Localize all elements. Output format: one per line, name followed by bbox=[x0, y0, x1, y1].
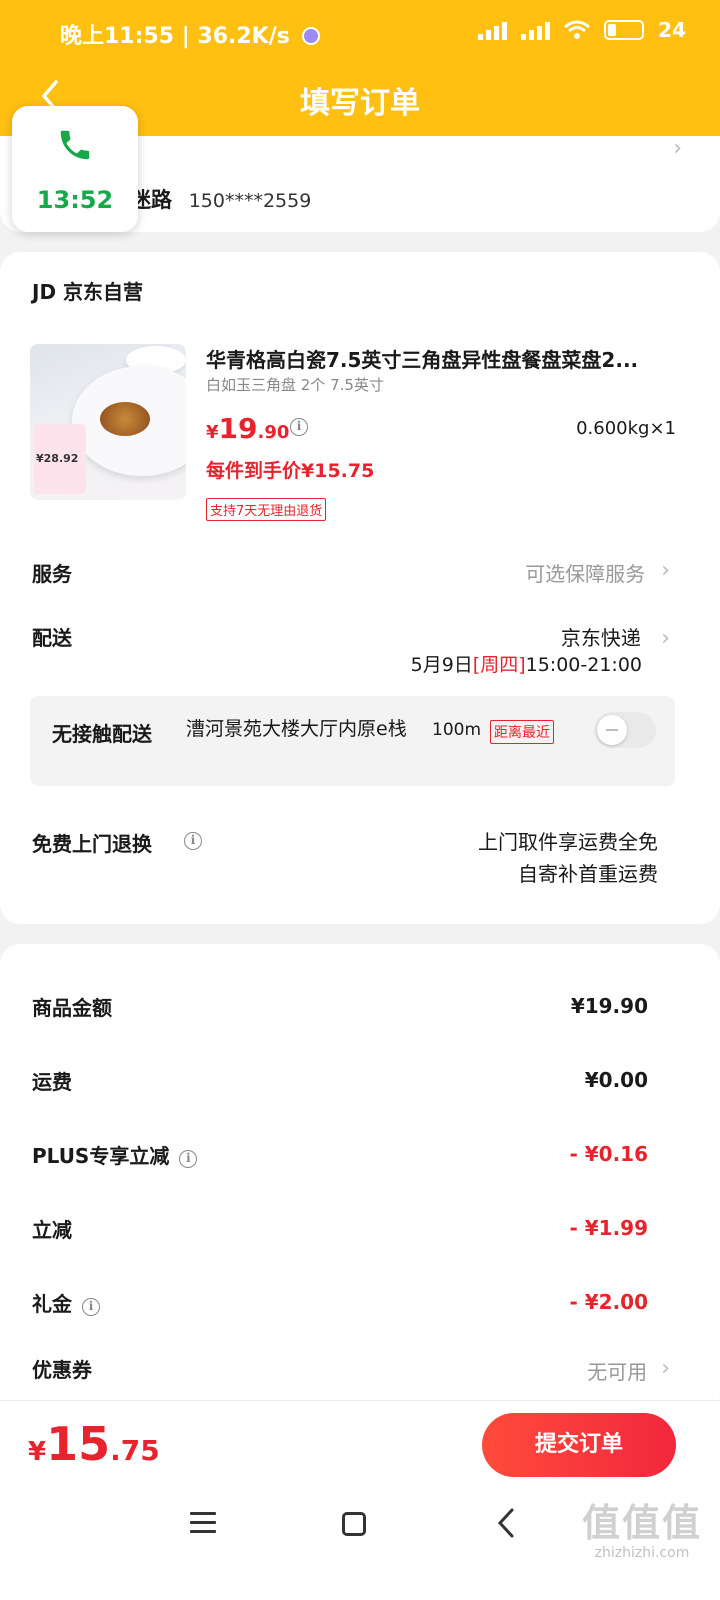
contactless-delivery-box: 无接触配送 漕河景苑大楼大厅内原e栈 100m 距离最近 bbox=[30, 696, 675, 786]
chevron-right-icon: › bbox=[661, 626, 670, 651]
product-title[interactable]: 华青格高白瓷7.5英寸三角盘异性盘餐盘菜盘2... bbox=[206, 344, 676, 373]
product-price-int: 19 bbox=[218, 412, 258, 445]
status-icons: 24 bbox=[478, 18, 686, 42]
instant-discount-row: 立减 - ¥1.99 bbox=[0, 1214, 720, 1254]
watermark-url: zhizhizhi.com bbox=[594, 1545, 690, 1561]
chevron-right-icon: › bbox=[661, 1356, 670, 1381]
delivery-weekday: [周四] bbox=[472, 654, 526, 676]
instant-discount-value: - ¥1.99 bbox=[569, 1216, 648, 1240]
plus-info-icon[interactable]: i bbox=[179, 1150, 198, 1168]
product-image-promo-price: ¥28.92 bbox=[36, 452, 79, 465]
home-icon[interactable] bbox=[342, 1512, 366, 1536]
phone-icon bbox=[60, 130, 90, 160]
gift-info-icon[interactable]: i bbox=[82, 1298, 100, 1316]
status-time: 晚上11:55 | 36.2K/s bbox=[60, 24, 290, 49]
return-policy-badge: 支持7天无理由退货 bbox=[206, 498, 327, 521]
status-bar: 晚上11:55 | 36.2K/s 24 bbox=[0, 0, 720, 64]
submit-order-button[interactable]: 提交订单 bbox=[482, 1413, 676, 1477]
coupon-row[interactable]: 优惠券 无可用 › bbox=[0, 1354, 720, 1394]
battery-level: 24 bbox=[658, 18, 686, 42]
call-floating-widget[interactable]: 13:52 bbox=[12, 106, 138, 232]
coupon-value-group: 无可用 › bbox=[587, 1356, 670, 1385]
total-dec: .75 bbox=[110, 1434, 160, 1467]
unit-price: 每件到手价¥15.75 bbox=[206, 460, 375, 482]
service-label: 服务 bbox=[32, 562, 72, 586]
order-card: JD 京东自营 ¥28.92 华青格高白瓷7.5英寸三角盘异性盘餐盘菜盘2...… bbox=[0, 252, 720, 924]
system-nav-bar: 值值值 zhizhizhi.com bbox=[0, 1492, 720, 1600]
signal-icon bbox=[478, 20, 508, 40]
goods-amount-label: 商品金额 bbox=[32, 996, 112, 1020]
back-icon[interactable] bbox=[494, 1506, 518, 1540]
total-symbol: ¥ bbox=[28, 1437, 47, 1467]
free-return-label: 免费上门退换 bbox=[32, 832, 152, 856]
nearest-badge: 距离最近 bbox=[490, 720, 554, 744]
signal-2-icon bbox=[521, 20, 551, 40]
watermark-logo: 值值值 bbox=[581, 1501, 702, 1545]
total-price: ¥15.75 bbox=[28, 1417, 160, 1471]
gift-money-value: - ¥2.00 bbox=[569, 1290, 648, 1314]
product-image[interactable]: ¥28.92 bbox=[30, 344, 186, 500]
address-chevron-icon: › bbox=[673, 136, 682, 161]
plus-discount-row: PLUS专享立减 i - ¥0.16 bbox=[0, 1140, 720, 1180]
delivery-carrier-row[interactable]: 京东快递 › bbox=[561, 622, 670, 651]
product-price-dec: .90 bbox=[257, 422, 290, 443]
service-value: 可选保障服务 bbox=[525, 562, 646, 586]
shipping-value: ¥0.00 bbox=[584, 1068, 648, 1092]
address-summary: 迷路 150****2559 bbox=[130, 184, 311, 214]
free-return-details: 上门取件享运费全免 自寄补首重运费 bbox=[478, 826, 658, 890]
delivery-date: 5月9日 bbox=[410, 654, 473, 676]
toggle-knob bbox=[597, 715, 627, 745]
notification-dot-icon bbox=[301, 27, 320, 45]
shop-name: JD 京东自营 bbox=[32, 280, 144, 304]
contactless-distance: 100m bbox=[432, 720, 482, 740]
chevron-right-icon: › bbox=[661, 558, 670, 583]
product-image-food bbox=[100, 402, 150, 436]
menu-icon[interactable] bbox=[190, 1512, 216, 1534]
checkout-bar: ¥15.75 提交订单 bbox=[0, 1400, 720, 1492]
product-weight-qty: 0.600kg×1 bbox=[576, 418, 676, 439]
free-return-line1: 上门取件享运费全免 bbox=[478, 830, 658, 854]
gift-money-label: 礼金 bbox=[32, 1292, 72, 1316]
battery-icon bbox=[604, 20, 645, 40]
plus-discount-label: PLUS专享立减 bbox=[32, 1144, 170, 1168]
shipping-label: 运费 bbox=[32, 1070, 72, 1094]
product-price: ¥19.90 bbox=[206, 412, 289, 445]
instant-discount-label: 立减 bbox=[32, 1218, 72, 1242]
total-int: 15 bbox=[46, 1417, 111, 1471]
free-return-info-icon[interactable]: i bbox=[184, 832, 202, 850]
contactless-place: 漕河景苑大楼大厅内原e栈 bbox=[186, 718, 407, 740]
contactless-label: 无接触配送 bbox=[52, 722, 152, 746]
goods-amount-row: 商品金额 ¥19.90 bbox=[0, 992, 720, 1032]
delivery-label: 配送 bbox=[32, 626, 72, 650]
product-price-symbol: ¥ bbox=[206, 422, 219, 443]
gift-money-row: 礼金 i - ¥2.00 bbox=[0, 1288, 720, 1328]
delivery-window: 15:00-21:00 bbox=[525, 654, 642, 676]
status-time-group: 晚上11:55 | 36.2K/s bbox=[60, 18, 320, 50]
service-row[interactable]: 可选保障服务 › bbox=[525, 558, 670, 587]
contactless-toggle[interactable] bbox=[594, 712, 656, 748]
address-phone: 150****2559 bbox=[188, 190, 312, 212]
coupon-value: 无可用 bbox=[587, 1360, 648, 1384]
fee-summary-card: 商品金额 ¥19.90 运费 ¥0.00 PLUS专享立减 i - ¥0.16 立… bbox=[0, 944, 720, 1414]
coupon-label: 优惠券 bbox=[32, 1358, 92, 1382]
watermark: 值值值 zhizhizhi.com bbox=[582, 1492, 702, 1561]
wifi-icon bbox=[564, 20, 591, 39]
product-spec: 白如玉三角盘 2个 7.5英寸 bbox=[206, 376, 384, 394]
free-return-line2: 自寄补首重运费 bbox=[518, 862, 658, 886]
delivery-time: 5月9日[周四]15:00-21:00 bbox=[411, 650, 642, 677]
delivery-carrier: 京东快递 bbox=[560, 626, 641, 650]
call-duration: 13:52 bbox=[36, 186, 114, 214]
plus-discount-value: - ¥0.16 bbox=[569, 1142, 648, 1166]
plus-discount-label-group: PLUS专享立减 i bbox=[32, 1140, 198, 1169]
shipping-row: 运费 ¥0.00 bbox=[0, 1066, 720, 1106]
price-info-icon[interactable]: i bbox=[290, 418, 308, 436]
gift-money-label-group: 礼金 i bbox=[32, 1288, 100, 1317]
goods-amount-value: ¥19.90 bbox=[570, 994, 648, 1018]
